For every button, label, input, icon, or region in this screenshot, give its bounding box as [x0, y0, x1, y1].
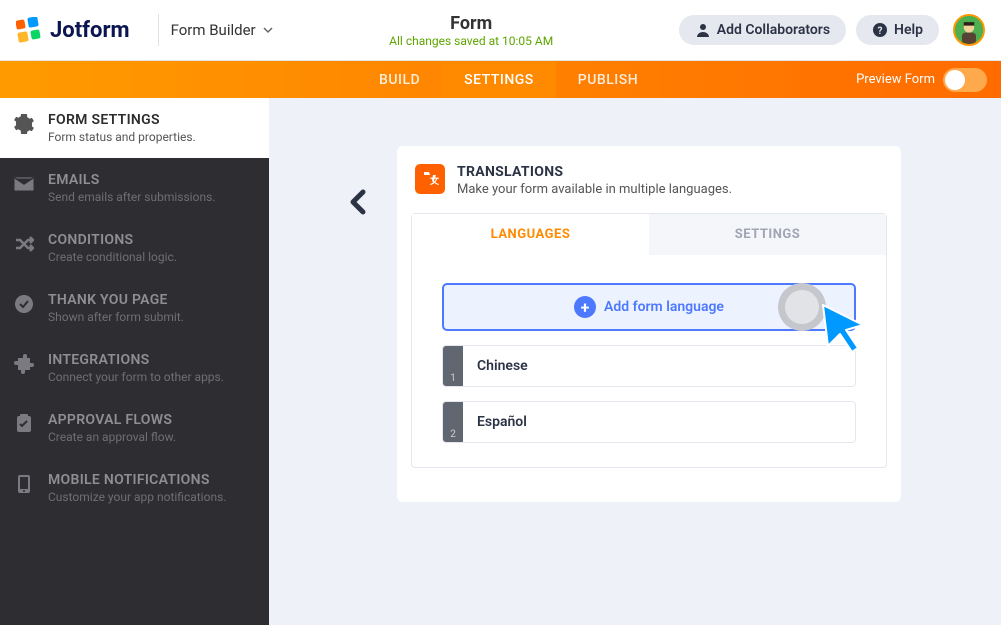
tab-content: + Add form language 1 Chinese 2 Españo [412, 255, 886, 467]
sidebar-item-integrations[interactable]: INTEGRATIONS Connect your form to other … [0, 338, 269, 398]
main: FORM SETTINGS Form status and properties… [0, 98, 1001, 625]
tab-publish[interactable]: PUBLISH [556, 61, 660, 98]
nav-items: BUILD SETTINGS PUBLISH [357, 61, 660, 98]
language-item-2[interactable]: 2 Español [442, 401, 856, 443]
side-title: CONDITIONS [48, 232, 251, 248]
check-circle-icon [14, 294, 34, 314]
svg-text:文A: 文A [429, 175, 439, 187]
sidebar-item-form-settings[interactable]: FORM SETTINGS Form status and properties… [0, 98, 269, 158]
toggle-knob [945, 70, 965, 90]
settings-sidebar: FORM SETTINGS Form status and properties… [0, 98, 269, 625]
form-builder-dropdown[interactable]: Form Builder [171, 21, 274, 39]
translate-icon: 文A [415, 164, 445, 194]
panel-desc: Make your form available in multiple lan… [457, 182, 732, 197]
form-builder-label: Form Builder [171, 21, 256, 39]
header-center: Form All changes saved at 10:05 AM [274, 13, 669, 48]
tab-settings[interactable]: SETTINGS [442, 61, 556, 98]
add-lang-label: Add form language [604, 299, 724, 315]
side-desc: Create an approval flow. [48, 430, 251, 444]
clipboard-check-icon [14, 414, 34, 434]
side-desc: Create conditional logic. [48, 250, 251, 264]
navbar: BUILD SETTINGS PUBLISH Preview Form [0, 61, 1001, 98]
tab-translation-settings[interactable]: SETTINGS [649, 214, 886, 255]
side-title: THANK YOU PAGE [48, 292, 251, 308]
chevron-down-icon [262, 24, 274, 36]
lang-name: Español [463, 402, 855, 442]
shuffle-icon [14, 234, 34, 254]
help-label: Help [894, 22, 923, 38]
topbar: Jotform Form Builder Form All changes sa… [0, 0, 1001, 61]
avatar-image [955, 14, 983, 46]
content-area: 文A TRANSLATIONS Make your form available… [269, 98, 1001, 625]
subpanel-tabs: LANGUAGES SETTINGS [412, 214, 886, 255]
sidebar-item-thank-you[interactable]: THANK YOU PAGE Shown after form submit. [0, 278, 269, 338]
side-title: APPROVAL FLOWS [48, 412, 251, 428]
puzzle-icon [14, 354, 34, 374]
side-desc: Customize your app notifications. [48, 490, 251, 504]
panel-title: TRANSLATIONS [457, 164, 732, 180]
mobile-icon [14, 474, 34, 494]
lang-name: Chinese [463, 346, 855, 386]
add-collaborators-button[interactable]: Add Collaborators [679, 15, 846, 45]
brand-logo[interactable]: Jotform [16, 17, 130, 43]
add-collab-label: Add Collaborators [717, 22, 830, 38]
sidebar-item-conditions[interactable]: CONDITIONS Create conditional logic. [0, 218, 269, 278]
translations-subpanel: LANGUAGES SETTINGS + Add form language 1… [411, 213, 887, 468]
side-desc: Connect your form to other apps. [48, 370, 251, 384]
side-title: EMAILS [48, 172, 251, 188]
lang-index: 2 [450, 429, 456, 440]
save-status: All changes saved at 10:05 AM [389, 34, 553, 48]
drag-handle[interactable]: 2 [443, 402, 463, 442]
side-title: INTEGRATIONS [48, 352, 251, 368]
brand-name: Jotform [50, 18, 130, 43]
preview-form-label: Preview Form [856, 72, 935, 87]
sidebar-item-approval-flows[interactable]: APPROVAL FLOWS Create an approval flow. [0, 398, 269, 458]
add-form-language-button[interactable]: + Add form language [442, 283, 856, 331]
language-item-1[interactable]: 1 Chinese [442, 345, 856, 387]
person-add-icon [695, 22, 711, 38]
lang-index: 1 [450, 373, 456, 384]
divider [158, 14, 159, 46]
click-highlight [778, 283, 826, 331]
side-desc: Form status and properties. [48, 130, 251, 144]
help-icon: ? [872, 22, 888, 38]
preview-form-toggle[interactable] [943, 68, 987, 92]
side-desc: Shown after form submit. [48, 310, 251, 324]
plus-circle-icon: + [574, 296, 596, 318]
sidebar-item-mobile-notifications[interactable]: MOBILE NOTIFICATIONS Customize your app … [0, 458, 269, 518]
form-title[interactable]: Form [450, 13, 492, 34]
back-button[interactable] [349, 188, 367, 220]
help-button[interactable]: ? Help [856, 15, 939, 45]
svg-text:?: ? [878, 26, 883, 37]
chevron-left-icon [349, 188, 367, 216]
tab-build[interactable]: BUILD [357, 61, 442, 98]
gear-icon [14, 114, 34, 134]
panel-header: 文A TRANSLATIONS Make your form available… [411, 160, 887, 207]
side-desc: Send emails after submissions. [48, 190, 251, 204]
mail-icon [14, 174, 34, 194]
user-avatar[interactable] [953, 14, 985, 46]
logo-icon [16, 17, 42, 43]
translations-panel: 文A TRANSLATIONS Make your form available… [397, 146, 901, 502]
side-title: FORM SETTINGS [48, 112, 251, 128]
side-title: MOBILE NOTIFICATIONS [48, 472, 251, 488]
tab-languages[interactable]: LANGUAGES [412, 214, 649, 255]
drag-handle[interactable]: 1 [443, 346, 463, 386]
sidebar-item-emails[interactable]: EMAILS Send emails after submissions. [0, 158, 269, 218]
